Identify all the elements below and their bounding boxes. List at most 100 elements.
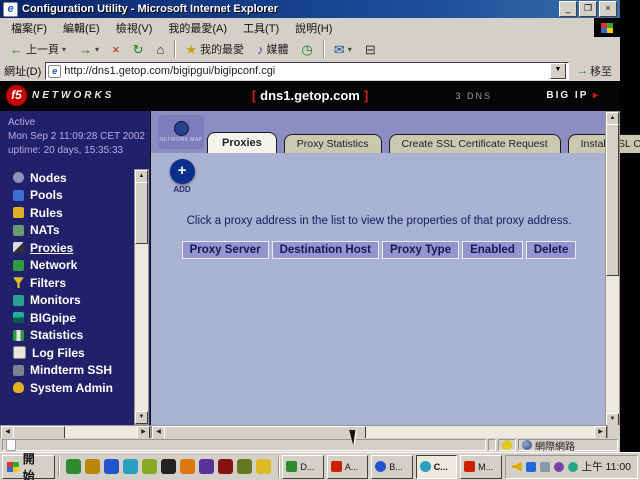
system-admin-icon — [13, 382, 24, 393]
tab-proxy-statistics[interactable]: Proxy Statistics — [284, 134, 382, 153]
quicklaunch-icon[interactable] — [199, 459, 214, 474]
warning-icon — [502, 440, 512, 450]
sidebar-item-monitors[interactable]: Monitors — [0, 292, 136, 310]
sidebar-item-filters[interactable]: Filters — [0, 274, 136, 292]
go-button[interactable]: → 移至 — [573, 62, 616, 80]
quicklaunch-icon[interactable] — [218, 459, 233, 474]
product-bigip-link[interactable]: BIG IP ▸ — [546, 90, 600, 101]
quicklaunch-icon[interactable] — [142, 459, 157, 474]
sidebar-item-network[interactable]: Network — [0, 257, 136, 275]
product-3dns-link[interactable]: 3 DNS — [455, 91, 492, 101]
network-map-icon — [174, 121, 189, 136]
tab-strip: NETWORK MAP Proxies Proxy Statistics Cre… — [151, 111, 607, 154]
standard-toolbar: ← 上一頁 ▾ → ▾ × ↻ ⌂ ★ 我的最愛 ♪ — [0, 37, 620, 62]
sidebar-item-nodes[interactable]: Nodes — [0, 169, 136, 187]
task-icon — [464, 461, 475, 472]
history-button[interactable]: ◷ — [296, 40, 319, 59]
status-segment — [488, 439, 496, 451]
quicklaunch-icon[interactable] — [123, 459, 138, 474]
stop-button[interactable]: × — [106, 40, 126, 59]
quick-launch-bar — [62, 459, 275, 474]
main-scroll-thumb[interactable] — [606, 124, 619, 276]
tab-create-ssl-certificate-request[interactable]: Create SSL Certificate Request — [389, 134, 561, 153]
refresh-button[interactable]: ↻ — [127, 40, 150, 59]
log-files-icon — [13, 346, 26, 359]
main-frame: NETWORK MAP Proxies Proxy Statistics Cre… — [150, 111, 620, 425]
window-title: Configuration Utility - Microsoft Intern… — [22, 3, 278, 15]
menu-file[interactable]: 檔案(F) — [4, 18, 54, 38]
network-map-label: NETWORK MAP — [159, 137, 202, 143]
sidebar-item-proxies[interactable]: Proxies — [0, 239, 136, 257]
hostname-banner: [dns1.getop.com] — [0, 88, 620, 103]
bracket-left: [ — [252, 88, 256, 103]
quicklaunch-icon[interactable] — [180, 459, 195, 474]
network-map-button[interactable]: NETWORK MAP — [158, 115, 204, 149]
menu-view[interactable]: 檢視(V) — [109, 18, 160, 38]
minimize-button[interactable]: _ — [559, 1, 577, 17]
monitors-icon — [13, 295, 24, 306]
mail-button[interactable]: ✉ ▾ — [328, 40, 358, 59]
quicklaunch-icon[interactable] — [256, 459, 271, 474]
tab-proxies[interactable]: Proxies — [207, 132, 277, 153]
menu-bar: 檔案(F) 編輯(E) 檢視(V) 我的最愛(A) 工具(T) 說明(H) — [0, 18, 620, 38]
quicklaunch-icon[interactable] — [161, 459, 176, 474]
menu-help[interactable]: 說明(H) — [288, 18, 339, 38]
tray-app-icon[interactable] — [554, 462, 564, 472]
menu-tools[interactable]: 工具(T) — [236, 18, 286, 38]
nodes-icon — [13, 172, 24, 183]
sidebar-item-mindterm-ssh[interactable]: Mindterm SSH — [0, 362, 136, 380]
tab-install-ssl-certificate[interactable]: Install SSL Certif — [568, 134, 640, 153]
quicklaunch-icon[interactable] — [104, 459, 119, 474]
sidebar-item-statistics[interactable]: Statistics — [0, 327, 136, 345]
media-button[interactable]: ♪ 媒體 — [251, 38, 295, 60]
display-icon[interactable] — [540, 462, 550, 472]
back-dropdown-icon[interactable]: ▾ — [62, 45, 66, 54]
sidebar-item-log-files[interactable]: Log Files — [0, 344, 136, 362]
taskbar-window-button[interactable]: A... — [327, 455, 368, 479]
stop-icon: × — [112, 43, 120, 56]
url-dropdown-icon[interactable]: ▼ — [550, 63, 566, 79]
maximize-button[interactable]: ❐ — [579, 1, 597, 17]
proxy-table: Proxy Server Destination Host Proxy Type… — [151, 241, 607, 259]
sidebar-item-bigpipe[interactable]: BIGpipe — [0, 309, 136, 327]
favorites-button[interactable]: ★ 我的最愛 — [179, 38, 250, 60]
status-uptime: uptime: 20 days, 15:35:33 — [8, 144, 150, 158]
sidebar-item-nats[interactable]: NATs — [0, 222, 136, 240]
taskbar-window-button[interactable]: D... — [282, 455, 323, 479]
sidebar-item-system-admin[interactable]: System Admin — [0, 379, 136, 397]
go-label: 移至 — [590, 63, 612, 79]
mail-dropdown-icon[interactable]: ▾ — [348, 45, 352, 54]
add-button[interactable]: + — [170, 159, 195, 184]
add-proxy-control: + ADD — [165, 159, 199, 194]
toolbar-separator — [323, 40, 324, 58]
forward-dropdown-icon[interactable]: ▾ — [95, 45, 99, 54]
close-button[interactable]: × — [599, 1, 617, 17]
quicklaunch-icon[interactable] — [66, 459, 81, 474]
proxies-icon — [13, 242, 24, 253]
url-input[interactable] — [64, 65, 547, 77]
quicklaunch-icon[interactable] — [85, 459, 100, 474]
favorites-label: 我的最愛 — [200, 41, 244, 57]
messenger-icon[interactable] — [526, 462, 536, 472]
col-enabled: Enabled — [462, 241, 523, 259]
menu-favorites[interactable]: 我的最愛(A) — [161, 18, 234, 38]
nats-icon — [13, 225, 24, 236]
sidebar-item-rules[interactable]: Rules — [0, 204, 136, 222]
volume-icon[interactable] — [512, 462, 522, 472]
sidebar-scroll-thumb[interactable] — [135, 182, 148, 244]
start-button[interactable]: 開始 — [2, 455, 55, 479]
url-page-icon: e — [48, 65, 61, 78]
scroll-down-icon[interactable]: ▼ — [135, 411, 148, 424]
quicklaunch-icon[interactable] — [237, 459, 252, 474]
sidebar-item-pools[interactable]: Pools — [0, 187, 136, 205]
taskbar-window-button[interactable]: M... — [460, 455, 501, 479]
forward-button[interactable]: → ▾ — [73, 40, 105, 59]
taskbar-window-button[interactable]: B... — [371, 455, 412, 479]
taskbar-window-button-active[interactable]: C... — [416, 455, 457, 479]
menu-edit[interactable]: 編輯(E) — [56, 18, 107, 38]
home-button[interactable]: ⌂ — [151, 40, 171, 59]
tray-app-icon[interactable] — [568, 462, 578, 472]
print-button[interactable]: ⊟ — [359, 40, 382, 59]
zone-label: 網際網路 — [535, 438, 575, 453]
back-button[interactable]: ← 上一頁 ▾ — [4, 38, 72, 60]
